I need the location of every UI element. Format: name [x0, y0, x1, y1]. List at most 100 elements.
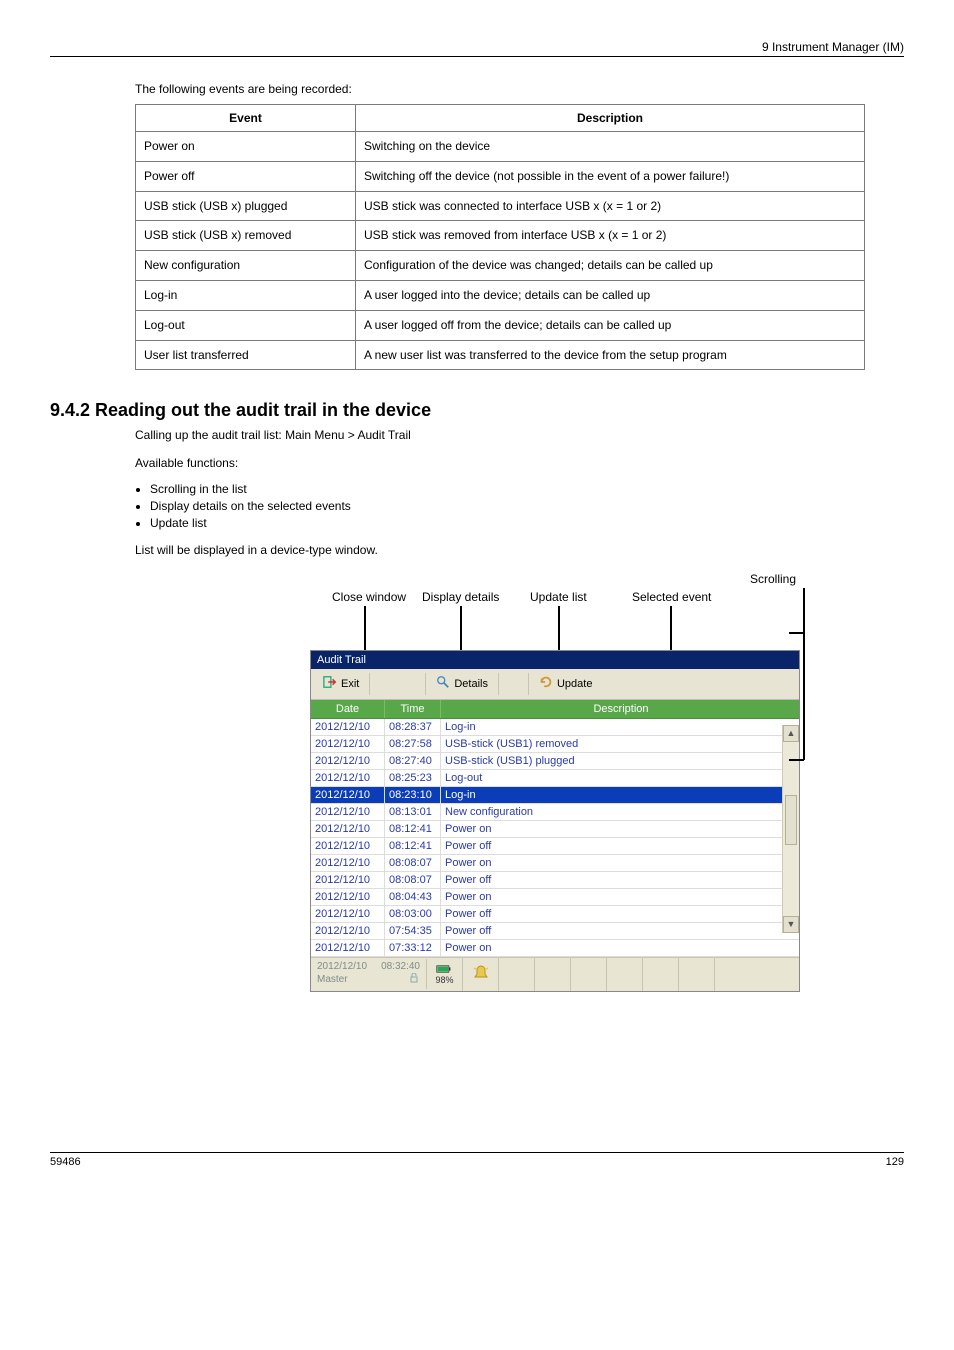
lock-icon	[408, 973, 420, 987]
status-cell	[607, 958, 643, 991]
table-row: New configurationConfiguration of the de…	[136, 251, 865, 281]
events-col-desc: Description	[356, 105, 865, 132]
grid-row[interactable]: 2012/12/1007:54:35Power off	[311, 923, 799, 940]
bell-icon	[472, 964, 490, 985]
grid-row[interactable]: 2012/12/1008:23:10Log-in	[311, 787, 799, 804]
status-cell	[499, 958, 535, 991]
cell-desc: Log-in	[441, 787, 799, 803]
event-name: Power on	[136, 132, 356, 162]
event-desc: A user logged into the device; details c…	[356, 280, 865, 310]
table-row: Log-outA user logged off from the device…	[136, 310, 865, 340]
footer-left: 59486	[50, 1156, 81, 1168]
grid-row[interactable]: 2012/12/1008:08:07Power on	[311, 855, 799, 872]
grid-row[interactable]: 2012/12/1008:25:23Log-out	[311, 770, 799, 787]
cell-date: 2012/12/10	[311, 889, 385, 905]
exit-label: Exit	[341, 678, 359, 690]
callout-scroll-connector	[789, 588, 819, 768]
callout-selected-event: Selected event	[632, 590, 711, 604]
magnifier-icon	[436, 675, 450, 692]
intro-text: The following events are being recorded:	[135, 82, 904, 96]
cell-time: 08:12:41	[385, 821, 441, 837]
status-date: 2012/12/10	[317, 961, 367, 973]
table-row: Log-inA user logged into the device; det…	[136, 280, 865, 310]
header-right: 9 Instrument Manager (IM)	[762, 40, 904, 54]
cell-date: 2012/12/10	[311, 804, 385, 820]
scroll-thumb[interactable]	[785, 795, 797, 845]
col-header-desc[interactable]: Description	[441, 700, 799, 718]
table-row: User list transferredA new user list was…	[136, 340, 865, 370]
section-p3: List will be displayed in a device-type …	[135, 542, 904, 559]
cell-time: 08:23:10	[385, 787, 441, 803]
audit-trail-window: Audit Trail Exit Details Update	[310, 650, 800, 992]
scroll-down-button[interactable]: ▼	[783, 916, 799, 933]
event-desc: A user logged off from the device; detai…	[356, 310, 865, 340]
cell-date: 2012/12/10	[311, 838, 385, 854]
cell-date: 2012/12/10	[311, 855, 385, 871]
callout-update-list: Update list	[530, 590, 587, 604]
event-desc: Switching off the device (not possible i…	[356, 161, 865, 191]
status-cell	[679, 958, 715, 991]
refresh-icon	[539, 675, 553, 692]
section-p2: Available functions:	[135, 455, 904, 472]
callout-scrolling: Scrolling	[750, 572, 796, 586]
grid-row[interactable]: 2012/12/1007:33:12Power on	[311, 940, 799, 957]
cell-desc: Power off	[441, 923, 799, 939]
status-cell	[643, 958, 679, 991]
grid-row[interactable]: 2012/12/1008:03:00Power off	[311, 906, 799, 923]
cell-time: 08:25:23	[385, 770, 441, 786]
status-battery: 98%	[427, 958, 463, 991]
grid-row[interactable]: 2012/12/1008:13:01New configuration	[311, 804, 799, 821]
toolbar-spacer	[499, 673, 529, 695]
col-header-time[interactable]: Time	[385, 700, 441, 718]
event-desc: Switching on the device	[356, 132, 865, 162]
exit-icon	[323, 675, 337, 692]
functions-list: Scrolling in the list Display details on…	[150, 482, 904, 530]
cell-desc: Log-in	[441, 719, 799, 735]
cell-desc: Power on	[441, 889, 799, 905]
details-button[interactable]: Details	[426, 673, 499, 695]
col-header-date[interactable]: Date	[311, 700, 385, 718]
update-button[interactable]: Update	[529, 673, 602, 695]
grid-header: Date Time Description	[311, 700, 799, 719]
page-header: 9 Instrument Manager (IM)	[50, 40, 904, 57]
grid-row[interactable]: 2012/12/1008:27:58USB-stick (USB1) remov…	[311, 736, 799, 753]
cell-time: 08:08:07	[385, 872, 441, 888]
exit-button[interactable]: Exit	[313, 673, 370, 695]
toolbar-spacer	[370, 673, 426, 695]
cell-date: 2012/12/10	[311, 719, 385, 735]
cell-time: 08:28:37	[385, 719, 441, 735]
grid-row[interactable]: 2012/12/1008:28:37Log-in	[311, 719, 799, 736]
callouts: Close window Display details Update list…	[310, 590, 810, 650]
cell-date: 2012/12/10	[311, 787, 385, 803]
grid-row[interactable]: 2012/12/1008:12:41Power on	[311, 821, 799, 838]
cell-time: 07:54:35	[385, 923, 441, 939]
list-item: Scrolling in the list	[150, 482, 904, 496]
cell-time: 08:13:01	[385, 804, 441, 820]
figure: Close window Display details Update list…	[135, 590, 895, 992]
grid-row[interactable]: 2012/12/1008:27:40USB-stick (USB1) plugg…	[311, 753, 799, 770]
status-alarm[interactable]	[463, 958, 499, 991]
cell-date: 2012/12/10	[311, 906, 385, 922]
status-cell	[571, 958, 607, 991]
cell-time: 08:27:40	[385, 753, 441, 769]
list-item: Display details on the selected events	[150, 499, 904, 513]
cell-date: 2012/12/10	[311, 923, 385, 939]
cell-date: 2012/12/10	[311, 872, 385, 888]
status-left: 2012/12/10 08:32:40 Master	[311, 959, 427, 989]
cell-desc: Power off	[441, 906, 799, 922]
statusbar: 2012/12/10 08:32:40 Master 98%	[311, 957, 799, 991]
grid-row[interactable]: 2012/12/1008:04:43Power on	[311, 889, 799, 906]
cell-date: 2012/12/10	[311, 940, 385, 956]
status-user: Master	[317, 974, 348, 986]
table-row: USB stick (USB x) removedUSB stick was r…	[136, 221, 865, 251]
cell-date: 2012/12/10	[311, 736, 385, 752]
grid-row[interactable]: 2012/12/1008:08:07Power off	[311, 872, 799, 889]
events-table: Event Description Power onSwitching on t…	[135, 104, 865, 370]
cell-desc: Power on	[441, 940, 799, 956]
grid-row[interactable]: 2012/12/1008:12:41Power off	[311, 838, 799, 855]
event-desc: USB stick was connected to interface USB…	[356, 191, 865, 221]
footer-right: 129	[886, 1156, 904, 1168]
cell-desc: Power on	[441, 855, 799, 871]
event-name: New configuration	[136, 251, 356, 281]
cell-desc: USB-stick (USB1) plugged	[441, 753, 799, 769]
